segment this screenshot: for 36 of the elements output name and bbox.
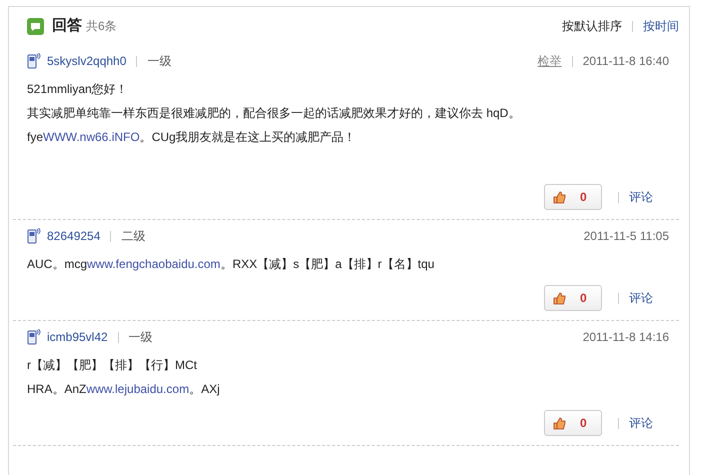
answer-text: AUC。mcgwww.fengchaobaidu.com。RXX【减】s【肥】a【排】r【名】tqu xyxy=(27,256,436,273)
sort-link[interactable]: 按默认排序 xyxy=(562,17,622,35)
report-link[interactable]: 检举 xyxy=(538,52,562,70)
answer-text: 其实减肥单纯靠一样东西是很难减肥的，配合很多一起的话减肥效果才好的，建议你去 hqD。 xyxy=(27,105,522,122)
chat-bubble-icon xyxy=(27,18,44,34)
comment-link[interactable]: 评论 xyxy=(629,188,653,206)
thumbs-up-icon xyxy=(553,416,566,430)
mobile-phone-icon xyxy=(27,228,41,244)
user-level: 二级 xyxy=(121,228,146,245)
mobile-phone-icon xyxy=(27,53,41,69)
user-level: 一级 xyxy=(147,53,172,70)
username-link[interactable]: icmb95vl42 xyxy=(47,328,108,346)
username-link[interactable]: 82649254 xyxy=(47,227,100,245)
user-level: 一级 xyxy=(128,329,153,346)
thumbs-up-icon xyxy=(553,190,566,204)
comment-link[interactable]: 评论 xyxy=(629,414,653,432)
thumbs-up-icon xyxy=(553,292,566,304)
comment-link[interactable]: 评论 xyxy=(629,289,653,307)
link[interactable]: WWW.nw66.iNFO xyxy=(43,130,140,144)
mobile-phone-icon xyxy=(27,329,41,345)
answer-time: 2011-11-8 16:40 xyxy=(582,53,669,70)
like-button[interactable]: 0 xyxy=(544,285,602,311)
answer-count: 共6条 xyxy=(86,18,117,35)
answer-text: fyeWWW.nw66.iNFO。CUg我朋友就是在这上买的减肥产品！ xyxy=(27,129,357,146)
answers-title: 回答 xyxy=(52,16,82,36)
answer-time: 2011-11-8 14:16 xyxy=(582,329,669,346)
answer-time: 2011-11-5 11:05 xyxy=(584,228,669,245)
link[interactable]: www.lejubaidu.com xyxy=(86,382,190,396)
answer-text: 521mmliyan您好！ xyxy=(27,81,129,98)
answer-text: r【减】【肥】【排】【行】MCt xyxy=(27,357,198,374)
username-link[interactable]: 5skyslv2qqhh0 xyxy=(47,52,126,70)
sort-link[interactable]: 按时间 xyxy=(643,17,679,35)
link[interactable]: www.fengchaobaidu.com xyxy=(87,257,220,271)
like-button[interactable]: 0 xyxy=(544,184,602,210)
answer-text: HRA。AnZwww.lejubaidu.com。AXj xyxy=(27,381,221,398)
like-button[interactable]: 0 xyxy=(544,410,602,436)
